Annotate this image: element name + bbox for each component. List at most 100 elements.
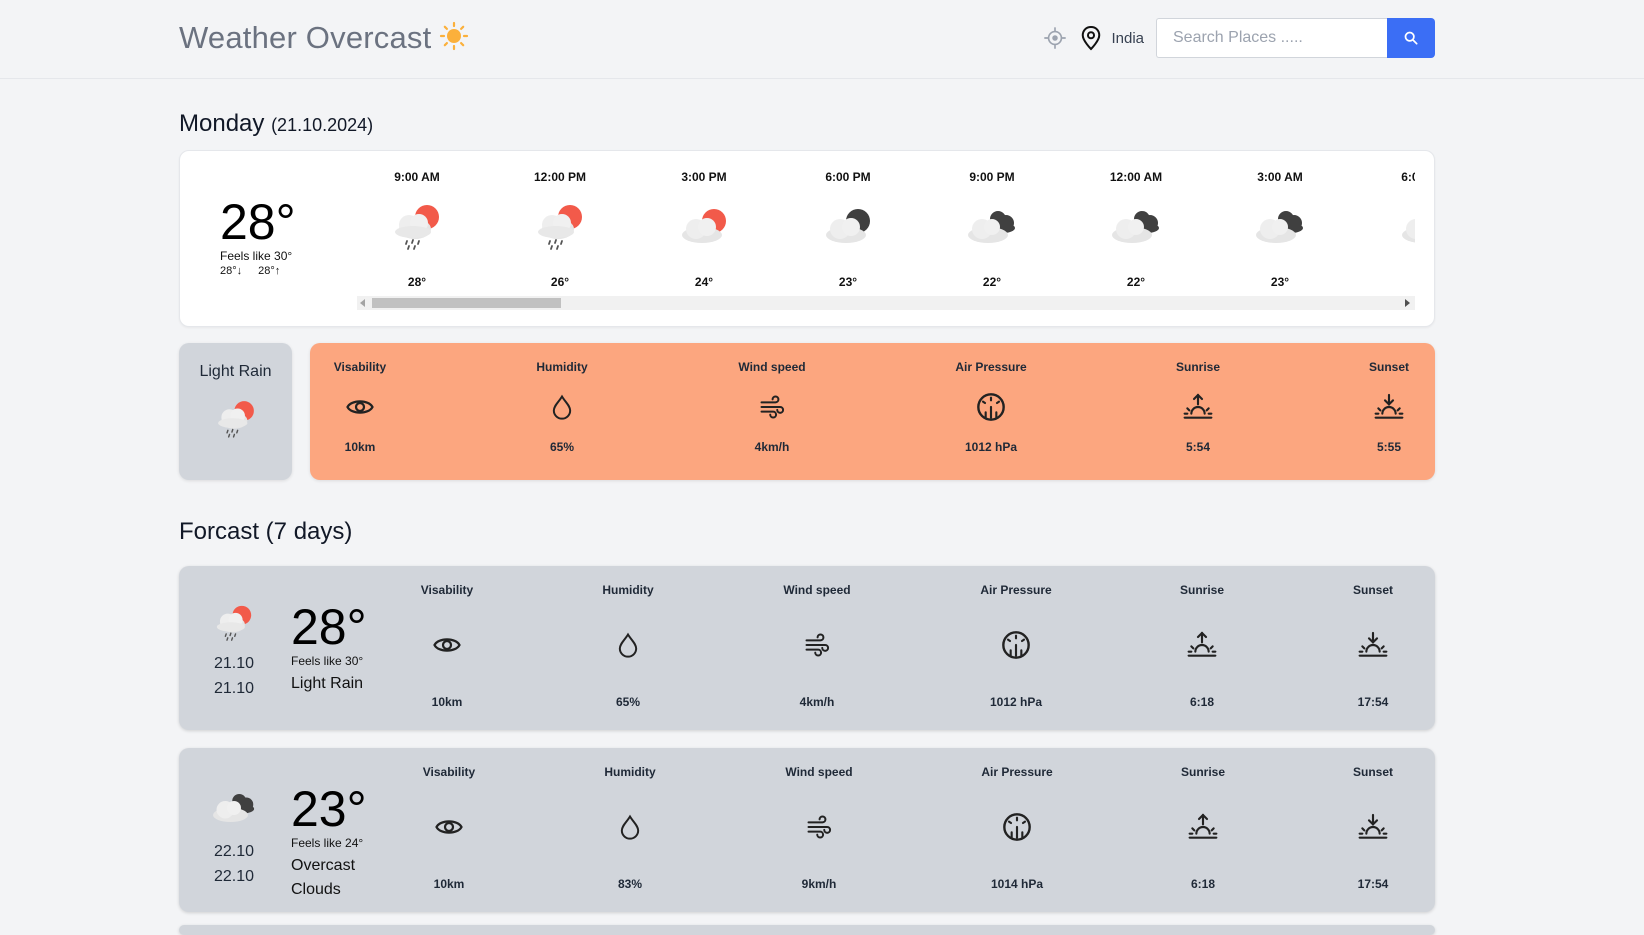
detail-value: 4km/h xyxy=(754,440,790,454)
forecast-main: 23° Feels like 24° Overcast Clouds xyxy=(291,784,391,902)
hour-time: 6:00 AM xyxy=(1401,170,1415,184)
forecast-date: 21.10 xyxy=(213,655,255,672)
forecast-detail-sunset: Sunset 17:54 xyxy=(1303,583,1443,709)
detail-label: Humidity xyxy=(602,583,654,597)
wind-icon xyxy=(747,599,887,691)
hour-temp: 28° xyxy=(407,275,427,289)
detail-value: 10km xyxy=(433,877,465,891)
current-temp: 28° xyxy=(220,194,296,250)
detail-label: Humidity xyxy=(536,360,588,374)
detail-label: Sunset xyxy=(1368,360,1409,374)
hourly-scrollbar[interactable] xyxy=(357,296,1415,310)
droplet-icon xyxy=(497,376,627,438)
forecast-detail-wind: Wind speed 9km/h xyxy=(749,765,889,891)
search-input[interactable] xyxy=(1156,18,1387,58)
sunrise-icon xyxy=(1133,781,1273,873)
overcast-clouds-icon xyxy=(1076,187,1196,267)
detail-value: 10km xyxy=(344,440,376,454)
forecast-date-secondary: 22.10 xyxy=(213,868,255,885)
forecast-day-left: 22.10 22.10 xyxy=(199,780,269,887)
search-button[interactable] xyxy=(1387,18,1435,58)
forecast-detail-sunset: Sunset 17:54 xyxy=(1303,765,1443,891)
forecast-detail-wind: Wind speed 4km/h xyxy=(747,583,887,709)
current-location-icon[interactable] xyxy=(1043,26,1067,50)
forecast-feels-like: Feels like 24° xyxy=(291,836,364,850)
droplet-icon xyxy=(560,781,700,873)
detail-value: 1014 hPa xyxy=(990,877,1044,891)
detail-label: Wind speed xyxy=(785,765,853,779)
hour-item: 12:00 AM 22° xyxy=(1076,167,1196,289)
detail-value: 65% xyxy=(615,695,641,709)
eye-icon xyxy=(379,781,519,873)
forecast-detail-pressure: Air Pressure 1012 hPa xyxy=(946,583,1086,709)
droplet-icon xyxy=(558,599,698,691)
forecast-detail-pressure: Air Pressure 1014 hPa xyxy=(947,765,1087,891)
cloud-moon-icon xyxy=(1364,187,1415,267)
gauge-icon xyxy=(926,376,1056,438)
current-country: India xyxy=(1111,29,1144,47)
day-heading: Monday (21.10.2024) xyxy=(179,110,373,138)
hour-item: 3:00 PM 24° xyxy=(644,167,764,289)
hour-temp: 23° xyxy=(838,275,858,289)
overcast-clouds-icon xyxy=(1220,187,1340,267)
scroll-right-arrow-icon[interactable] xyxy=(1405,299,1410,307)
detail-label: Visability xyxy=(420,583,474,597)
detail-visibility: Visability 10km xyxy=(295,360,425,454)
overcast-clouds-icon xyxy=(199,780,269,836)
hour-time: 9:00 PM xyxy=(969,170,1015,184)
min-max-temp: 28°↓ 28° ↑ xyxy=(220,265,296,277)
forecast-detail-visibility: Visability 10km xyxy=(377,583,517,709)
forecast-date-secondary: 21.10 xyxy=(213,680,255,697)
detail-label: Humidity xyxy=(604,765,656,779)
detail-value: 5:55 xyxy=(1376,440,1402,454)
forecast-detail-humidity: Humidity 83% xyxy=(560,765,700,891)
forecast-day-card: 22.10 22.10 23° Feels like 24° Overcast … xyxy=(179,748,1435,912)
detail-label: Sunrise xyxy=(1179,583,1224,597)
scroll-left-arrow-icon[interactable] xyxy=(360,299,365,307)
hour-temp: 22° xyxy=(982,275,1002,289)
eye-icon xyxy=(295,376,425,438)
detail-value: 1012 hPa xyxy=(989,695,1043,709)
forecast-detail-visibility: Visability 10km xyxy=(379,765,519,891)
detail-label: Wind speed xyxy=(738,360,806,374)
forecast-day-card-partial xyxy=(179,925,1435,935)
cloud-sun-icon xyxy=(644,187,764,267)
forecast-description: Light Rain xyxy=(291,675,364,692)
min-temp: 28° xyxy=(220,265,237,277)
arrow-up-icon: ↑ xyxy=(274,265,281,277)
condition-label: Light Rain xyxy=(199,363,272,380)
eye-icon xyxy=(377,599,517,691)
forecast-detail-sunrise: Sunrise 6:18 xyxy=(1133,765,1273,891)
sunset-icon xyxy=(1324,376,1454,438)
detail-pressure: Air Pressure 1012 hPa xyxy=(926,360,1056,454)
forecast-detail-humidity: Humidity 65% xyxy=(558,583,698,709)
hour-temp: 26° xyxy=(550,275,570,289)
detail-label: Air Pressure xyxy=(980,583,1052,597)
forecast-description: Overcast Clouds xyxy=(291,857,356,898)
header-actions: India xyxy=(1043,18,1435,58)
overcast-clouds-icon xyxy=(932,187,1052,267)
hour-temp: 23° xyxy=(1270,275,1290,289)
scrollbar-thumb[interactable] xyxy=(372,298,561,308)
detail-label: Sunset xyxy=(1352,765,1393,779)
hour-time: 12:00 PM xyxy=(533,170,587,184)
day-date: (21.10.2024) xyxy=(271,115,374,135)
forecast-temp: 28° xyxy=(291,599,367,655)
detail-value: 6:18 xyxy=(1189,695,1215,709)
hour-temp: 22° xyxy=(1126,275,1146,289)
condition-card: Light Rain xyxy=(179,343,292,480)
hour-time: 12:00 AM xyxy=(1109,170,1163,184)
hour-temp: 24° xyxy=(694,275,714,289)
detail-wind: Wind speed 4km/h xyxy=(707,360,837,454)
hour-item: 9:00 AM 28° xyxy=(357,167,477,289)
hour-item: 9:00 PM 22° xyxy=(932,167,1052,289)
min-temp-group: 28°↓ xyxy=(220,265,242,277)
detail-label: Sunset xyxy=(1352,583,1393,597)
rain-sun-icon xyxy=(199,598,269,648)
forecast-temp: 23° xyxy=(291,781,367,837)
detail-value: 9km/h xyxy=(801,877,837,891)
detail-value: 17:54 xyxy=(1357,695,1389,709)
sun-icon xyxy=(439,21,469,56)
detail-label: Visability xyxy=(333,360,387,374)
current-feels-like: Feels like 30° xyxy=(220,249,293,263)
